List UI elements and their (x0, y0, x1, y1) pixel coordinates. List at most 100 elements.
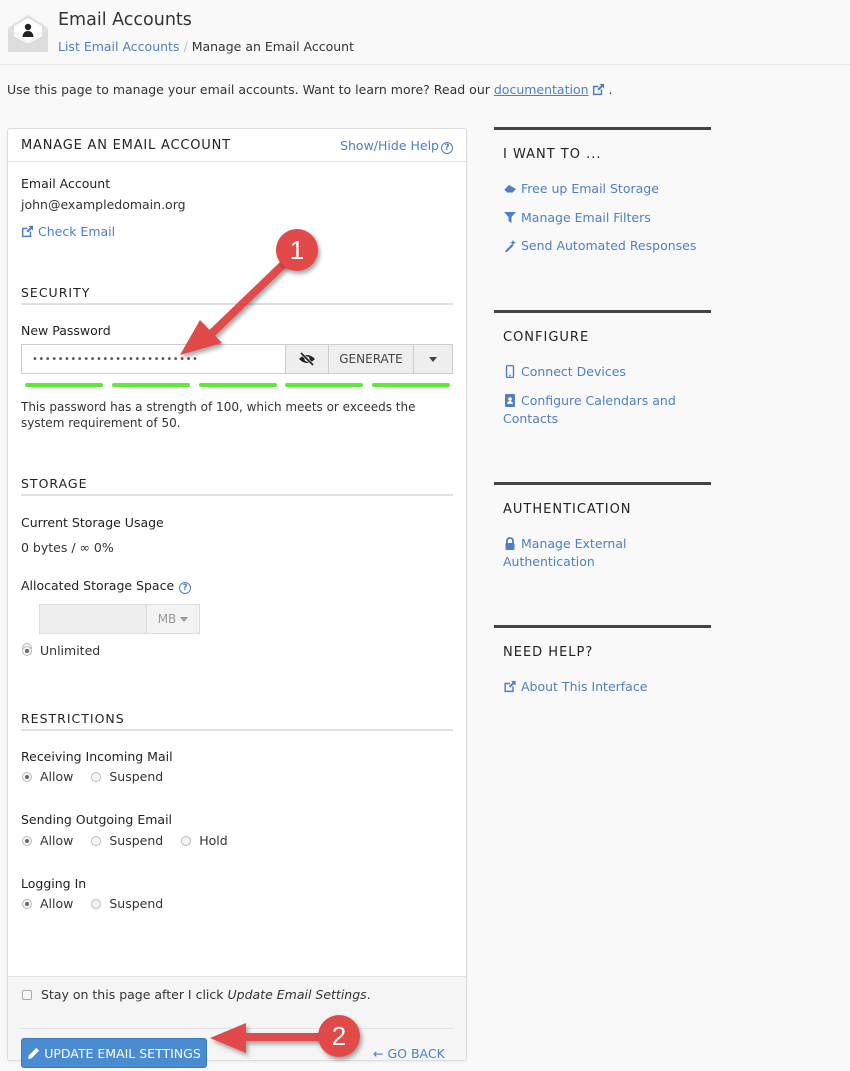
restrictions-section-title: RESTRICTIONS (21, 711, 125, 726)
stay-on-page-option[interactable]: Stay on this page after I click Update E… (22, 987, 371, 1002)
check-email-link[interactable]: Check Email (21, 224, 115, 239)
logging-in-options: Allow Suspend (22, 896, 177, 911)
radio-button[interactable] (91, 772, 102, 782)
allocated-storage-label: Allocated Storage Space? (21, 578, 192, 594)
unlimited-label: Unlimited (40, 643, 101, 658)
radio-button[interactable] (22, 836, 32, 846)
panel-footer: Stay on this page after I click Update E… (8, 976, 466, 1068)
update-email-settings-button[interactable]: UPDATE EMAIL SETTINGS (21, 1038, 207, 1068)
go-back-link[interactable]: ← GO BACK (373, 1046, 445, 1061)
question-circle-icon: ? (441, 142, 453, 154)
link-label: About This Interface (521, 679, 648, 694)
option-label: Hold (199, 833, 228, 848)
receiving-allow-option[interactable]: Allow (22, 769, 73, 784)
manage-email-account-panel: MANAGE AN EMAIL ACCOUNT Show/Hide Help? … (7, 128, 467, 1068)
documentation-link[interactable]: documentation (494, 82, 589, 97)
arrow-left-icon: ← (373, 1046, 384, 1061)
lock-icon (505, 537, 515, 550)
option-label: Suspend (109, 833, 164, 848)
stay-on-page-trailing: . (366, 987, 371, 1002)
breadcrumb-separator: / (183, 39, 188, 54)
sidebar-section-title: CONFIGURE (503, 330, 590, 345)
sidebar-link-calendars-contacts[interactable]: Configure Calendars and Contacts (503, 392, 708, 428)
check-email-label: Check Email (38, 224, 116, 239)
footer-divider (21, 1028, 453, 1029)
sending-mail-label: Sending Outgoing Email (21, 812, 173, 827)
update-button-label: UPDATE EMAIL SETTINGS (44, 1045, 201, 1061)
strength-segment (198, 383, 277, 387)
sending-allow-option[interactable]: Allow (22, 833, 73, 848)
sidebar-link-automated-responses[interactable]: Send Automated Responses (503, 237, 708, 255)
option-label: Allow (40, 769, 74, 784)
sending-suspend-option[interactable]: Suspend (91, 833, 163, 848)
generate-options-dropdown[interactable] (414, 344, 453, 374)
storage-unit-select[interactable]: MB (147, 604, 200, 634)
security-section-title: SECURITY (21, 285, 91, 300)
link-label: Manage External Authentication (503, 536, 627, 569)
receiving-suspend-option[interactable]: Suspend (91, 769, 163, 784)
intro-trailing: . (608, 82, 613, 97)
caret-down-icon (429, 356, 437, 362)
option-label: Suspend (109, 769, 164, 784)
password-strength-meter (25, 383, 450, 387)
stay-on-page-text: Stay on this page after I click (41, 987, 228, 1002)
option-label: Suspend (109, 896, 164, 911)
sending-hold-option[interactable]: Hold (181, 833, 228, 848)
sidebar-link-connect-devices[interactable]: Connect Devices (503, 363, 708, 381)
sidebar-section-configure: CONFIGURE Connect Devices Configure Cale… (494, 310, 711, 450)
page-header: Email Accounts List Email Accounts / Manag… (0, 0, 850, 65)
sidebar-link-about-interface[interactable]: About This Interface (503, 678, 708, 696)
show-hide-help-toggle[interactable]: Show/Hide Help? (340, 138, 453, 154)
help-toggle-label: Show/Hide Help (340, 138, 439, 153)
email-account-label: Email Account (21, 176, 111, 191)
logging-in-label: Logging In (21, 876, 87, 891)
radio-button[interactable] (91, 836, 102, 846)
question-circle-icon[interactable]: ? (179, 582, 192, 594)
option-label: Allow (40, 896, 74, 911)
toggle-password-visibility-button[interactable] (286, 344, 329, 374)
radio-button[interactable] (181, 836, 192, 846)
sidebar-section-title: AUTHENTICATION (503, 502, 632, 517)
sidebar-link-external-authentication[interactable]: Manage External Authentication (503, 535, 708, 571)
radio-button[interactable] (22, 899, 32, 909)
login-suspend-option[interactable]: Suspend (91, 896, 163, 911)
unlimited-radio[interactable] (22, 646, 32, 656)
page-title: Email Accounts (58, 10, 192, 30)
storage-quota-input[interactable] (39, 604, 147, 634)
stay-on-page-emphasis: Update Email Settings (227, 987, 367, 1002)
annotation-badge-2: 2 (318, 1015, 360, 1057)
new-password-input[interactable] (21, 344, 286, 374)
sidebar-link-manage-filters[interactable]: Manage Email Filters (503, 209, 708, 227)
receiving-mail-options: Allow Suspend (22, 769, 177, 784)
breadcrumb: List Email Accounts / Manage an Email Acco… (58, 39, 354, 54)
current-storage-usage-label: Current Storage Usage (21, 515, 164, 530)
storage-section-title: STORAGE (21, 476, 88, 491)
security-divider (21, 303, 453, 305)
login-allow-option[interactable]: Allow (22, 896, 73, 911)
pencil-icon (28, 1047, 40, 1059)
address-book-icon (505, 394, 515, 407)
password-strength-text: This password has a strength of 100, whi… (21, 400, 416, 430)
password-input-group: GENERATE (21, 344, 453, 374)
intro-label: Use this page to manage your email accou… (7, 82, 494, 97)
strength-segment (285, 383, 364, 387)
strength-segment (372, 383, 450, 387)
external-link-icon (21, 225, 34, 238)
sending-mail-options: Allow Suspend Hold (22, 833, 242, 848)
unlimited-option[interactable]: Unlimited (22, 643, 100, 658)
eraser-icon (503, 185, 516, 194)
radio-button[interactable] (22, 772, 32, 782)
new-password-label: New Password (21, 323, 111, 338)
breadcrumb-list-email-accounts[interactable]: List Email Accounts (58, 39, 179, 54)
panel-title: MANAGE AN EMAIL ACCOUNT (21, 138, 231, 153)
radio-button[interactable] (91, 899, 102, 909)
sidebar-section-title: NEED HELP? (503, 645, 594, 660)
storage-divider (21, 494, 453, 496)
go-back-label: GO BACK (387, 1046, 445, 1061)
sidebar-section-title: I WANT TO ... (503, 147, 602, 162)
annotation-badge-1: 1 (276, 229, 318, 271)
stay-on-page-checkbox[interactable] (22, 990, 32, 1000)
sidebar-link-free-up-storage[interactable]: Free up Email Storage (503, 180, 708, 198)
external-link-icon (592, 83, 604, 96)
generate-password-button[interactable]: GENERATE (329, 344, 414, 374)
